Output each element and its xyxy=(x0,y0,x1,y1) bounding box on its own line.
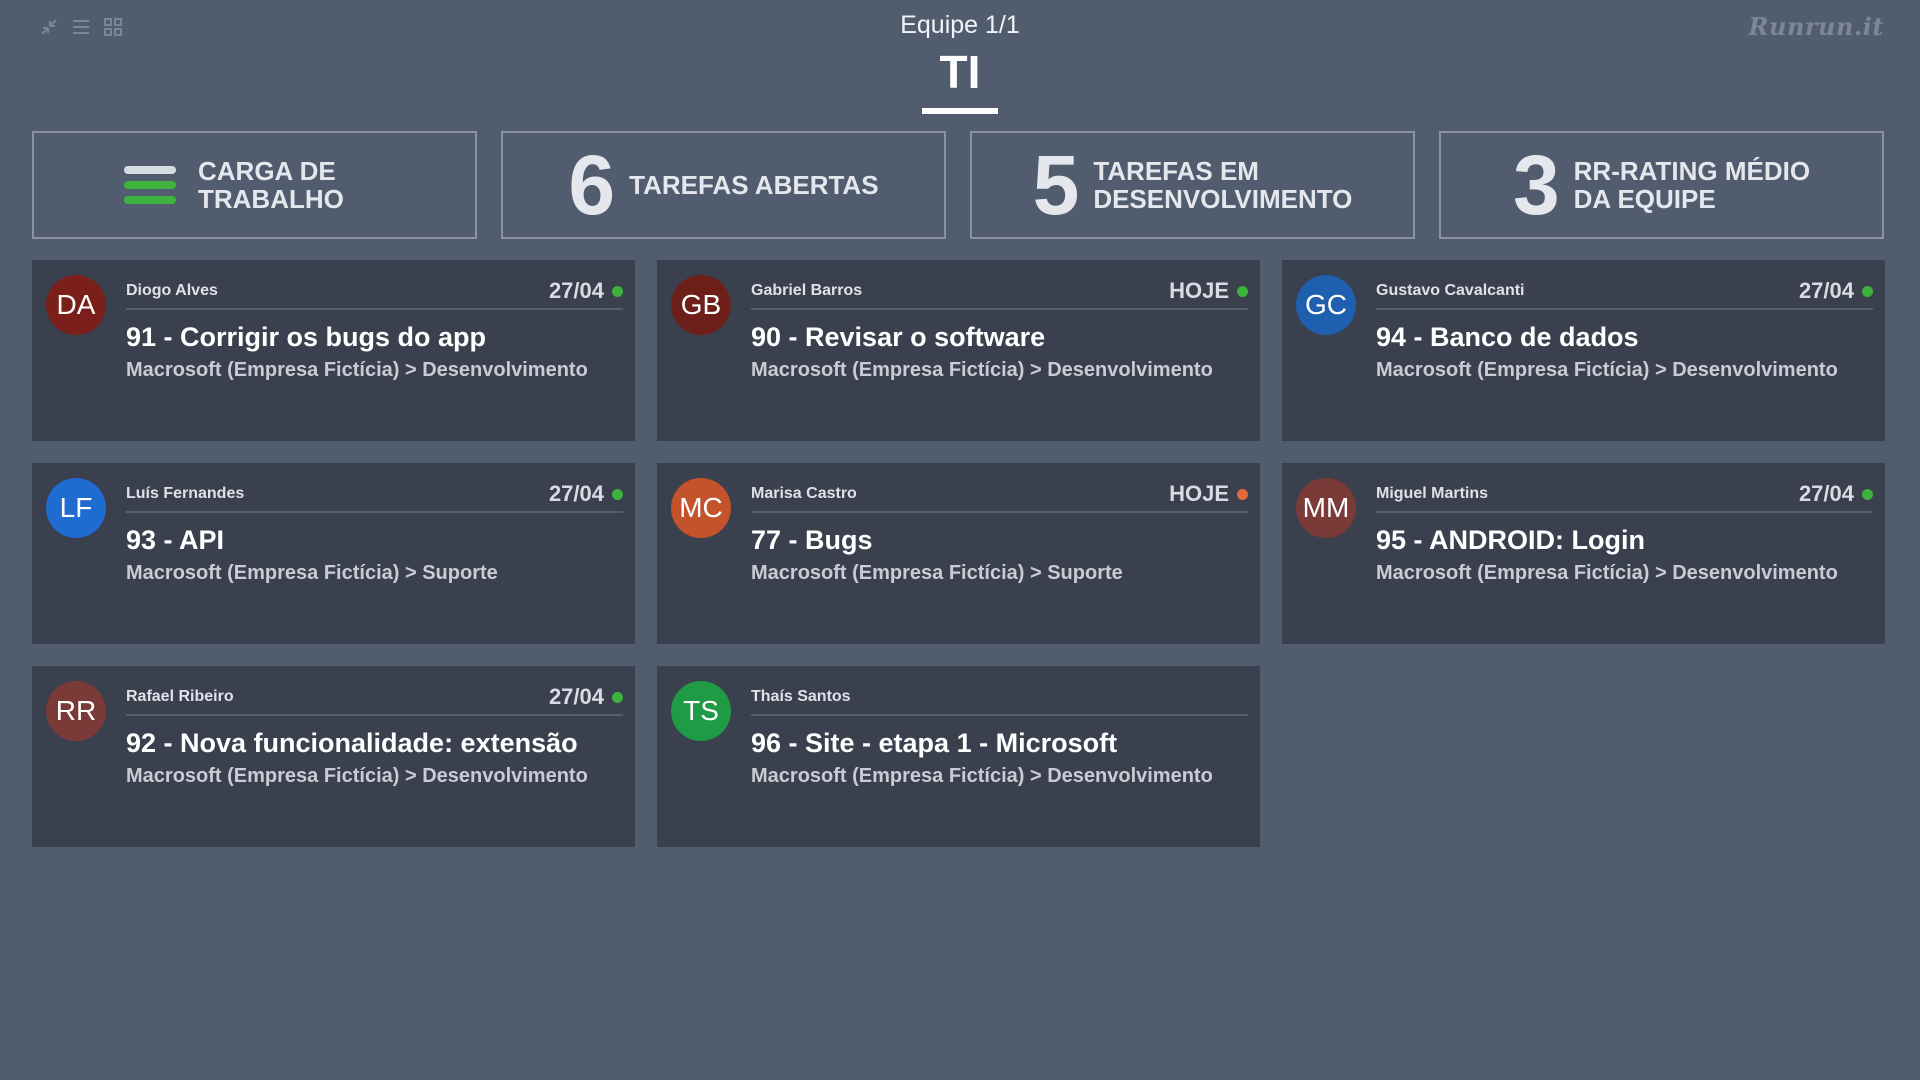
avatar: MC xyxy=(671,478,731,538)
status-dot-icon xyxy=(1862,285,1873,297)
team-header: Equipe 1/1 TI xyxy=(0,10,1920,114)
rating-value: 3 xyxy=(1512,138,1560,232)
status-dot-icon xyxy=(1862,488,1873,500)
card-header: Diogo Alves 27/04 xyxy=(126,274,623,310)
assignee-name: Gabriel Barros xyxy=(751,282,863,299)
task-path: Macrosoft (Empresa Fictícia) > Desenvolv… xyxy=(1376,562,1838,584)
task-cards-grid: DA Diogo Alves 27/04 91 - Corrigir os bu… xyxy=(32,260,1890,847)
avatar: GC xyxy=(1296,275,1356,335)
task-path: Macrosoft (Empresa Fictícia) > Suporte xyxy=(751,562,1123,584)
task-path: Macrosoft (Empresa Fictícia) > Desenvolv… xyxy=(126,359,588,381)
task-title: 95 - ANDROID: Login xyxy=(1376,525,1645,555)
status-dot-icon xyxy=(1237,285,1248,297)
workload-bars-icon xyxy=(124,166,176,204)
card-header: Gabriel Barros HOJE xyxy=(751,274,1248,310)
open-tasks-stat: 6 TAREFAS ABERTAS xyxy=(501,131,946,239)
task-title: 77 - Bugs xyxy=(751,525,873,555)
status-dot-icon xyxy=(612,488,623,500)
rating-label: RR-RATING MÉDIO DA EQUIPE xyxy=(1573,156,1811,214)
due-date: 27/04 xyxy=(548,684,604,709)
task-path: Macrosoft (Empresa Fictícia) > Desenvolv… xyxy=(1376,359,1838,381)
card-header: Miguel Martins 27/04 xyxy=(1376,477,1873,513)
assignee-name: Rafael Ribeiro xyxy=(126,688,234,705)
avatar: MM xyxy=(1296,478,1356,538)
due-date: 27/04 xyxy=(548,278,604,303)
task-title: 91 - Corrigir os bugs do app xyxy=(126,322,487,352)
task-path: Macrosoft (Empresa Fictícia) > Desenvolv… xyxy=(126,765,588,787)
open-tasks-count: 6 xyxy=(568,138,616,232)
card-header: Rafael Ribeiro 27/04 xyxy=(126,680,623,716)
assignee-name: Diogo Alves xyxy=(126,282,218,299)
avatar: RR xyxy=(46,681,106,741)
task-card[interactable]: TS Thaís Santos 96 - Site - etapa 1 - Mi… xyxy=(657,666,1260,847)
stats-row: CARGA DE TRABALHO 6 TAREFAS ABERTAS 5 TA… xyxy=(32,131,1884,239)
due-date: 27/04 xyxy=(548,481,604,506)
task-path: Macrosoft (Empresa Fictícia) > Desenvolv… xyxy=(751,359,1213,381)
avatar: TS xyxy=(671,681,731,741)
task-card[interactable]: MM Miguel Martins 27/04 95 - ANDROID: Lo… xyxy=(1282,463,1885,644)
task-card[interactable]: GB Gabriel Barros HOJE 90 - Revisar o so… xyxy=(657,260,1260,441)
assignee-name: Miguel Martins xyxy=(1376,485,1489,502)
team-name: TI xyxy=(921,44,999,114)
avatar: DA xyxy=(46,275,106,335)
card-header: Luís Fernandes 27/04 xyxy=(126,477,623,513)
task-title: 92 - Nova funcionalidade: extensão xyxy=(126,728,578,758)
task-title: 93 - API xyxy=(126,525,225,555)
task-path: Macrosoft (Empresa Fictícia) > Suporte xyxy=(126,562,498,584)
task-path: Macrosoft (Empresa Fictícia) > Desenvolv… xyxy=(751,765,1213,787)
task-card[interactable]: RR Rafael Ribeiro 27/04 92 - Nova funcio… xyxy=(32,666,635,847)
card-header: Gustavo Cavalcanti 27/04 xyxy=(1376,274,1873,310)
task-card[interactable]: MC Marisa Castro HOJE 77 - Bugs Macrosof… xyxy=(657,463,1260,644)
due-date: 27/04 xyxy=(1798,481,1854,506)
workload-label: CARGA DE TRABALHO xyxy=(198,156,344,214)
assignee-name: Thaís Santos xyxy=(751,688,851,705)
status-dot-icon xyxy=(1237,488,1248,500)
team-counter: Equipe 1/1 xyxy=(900,11,1020,39)
status-dot-icon xyxy=(612,285,623,297)
status-dot-icon xyxy=(612,691,623,703)
assignee-name: Marisa Castro xyxy=(751,485,857,502)
card-header: Thaís Santos xyxy=(751,680,1248,716)
due-date: HOJE xyxy=(1169,278,1229,303)
assignee-name: Luís Fernandes xyxy=(126,485,245,502)
due-date: 27/04 xyxy=(1798,278,1854,303)
dev-tasks-stat: 5 TAREFAS EM DESENVOLVIMENTO xyxy=(970,131,1415,239)
rating-stat: 3 RR-RATING MÉDIO DA EQUIPE xyxy=(1439,131,1884,239)
dev-tasks-label: TAREFAS EM DESENVOLVIMENTO xyxy=(1093,156,1353,214)
task-title: 96 - Site - etapa 1 - Microsoft xyxy=(751,728,1118,758)
task-card[interactable]: LF Luís Fernandes 27/04 93 - API Macroso… xyxy=(32,463,635,644)
workload-stat: CARGA DE TRABALHO xyxy=(32,131,477,239)
task-card[interactable]: DA Diogo Alves 27/04 91 - Corrigir os bu… xyxy=(32,260,635,441)
avatar: GB xyxy=(671,275,731,335)
task-title: 90 - Revisar o software xyxy=(751,322,1046,352)
card-header: Marisa Castro HOJE xyxy=(751,477,1248,513)
open-tasks-label: TAREFAS ABERTAS xyxy=(629,170,879,200)
dev-tasks-count: 5 xyxy=(1032,138,1080,232)
avatar: LF xyxy=(46,478,106,538)
task-title: 94 - Banco de dados xyxy=(1376,322,1639,352)
task-card[interactable]: GC Gustavo Cavalcanti 27/04 94 - Banco d… xyxy=(1282,260,1885,441)
assignee-name: Gustavo Cavalcanti xyxy=(1376,282,1525,299)
due-date: HOJE xyxy=(1169,481,1229,506)
